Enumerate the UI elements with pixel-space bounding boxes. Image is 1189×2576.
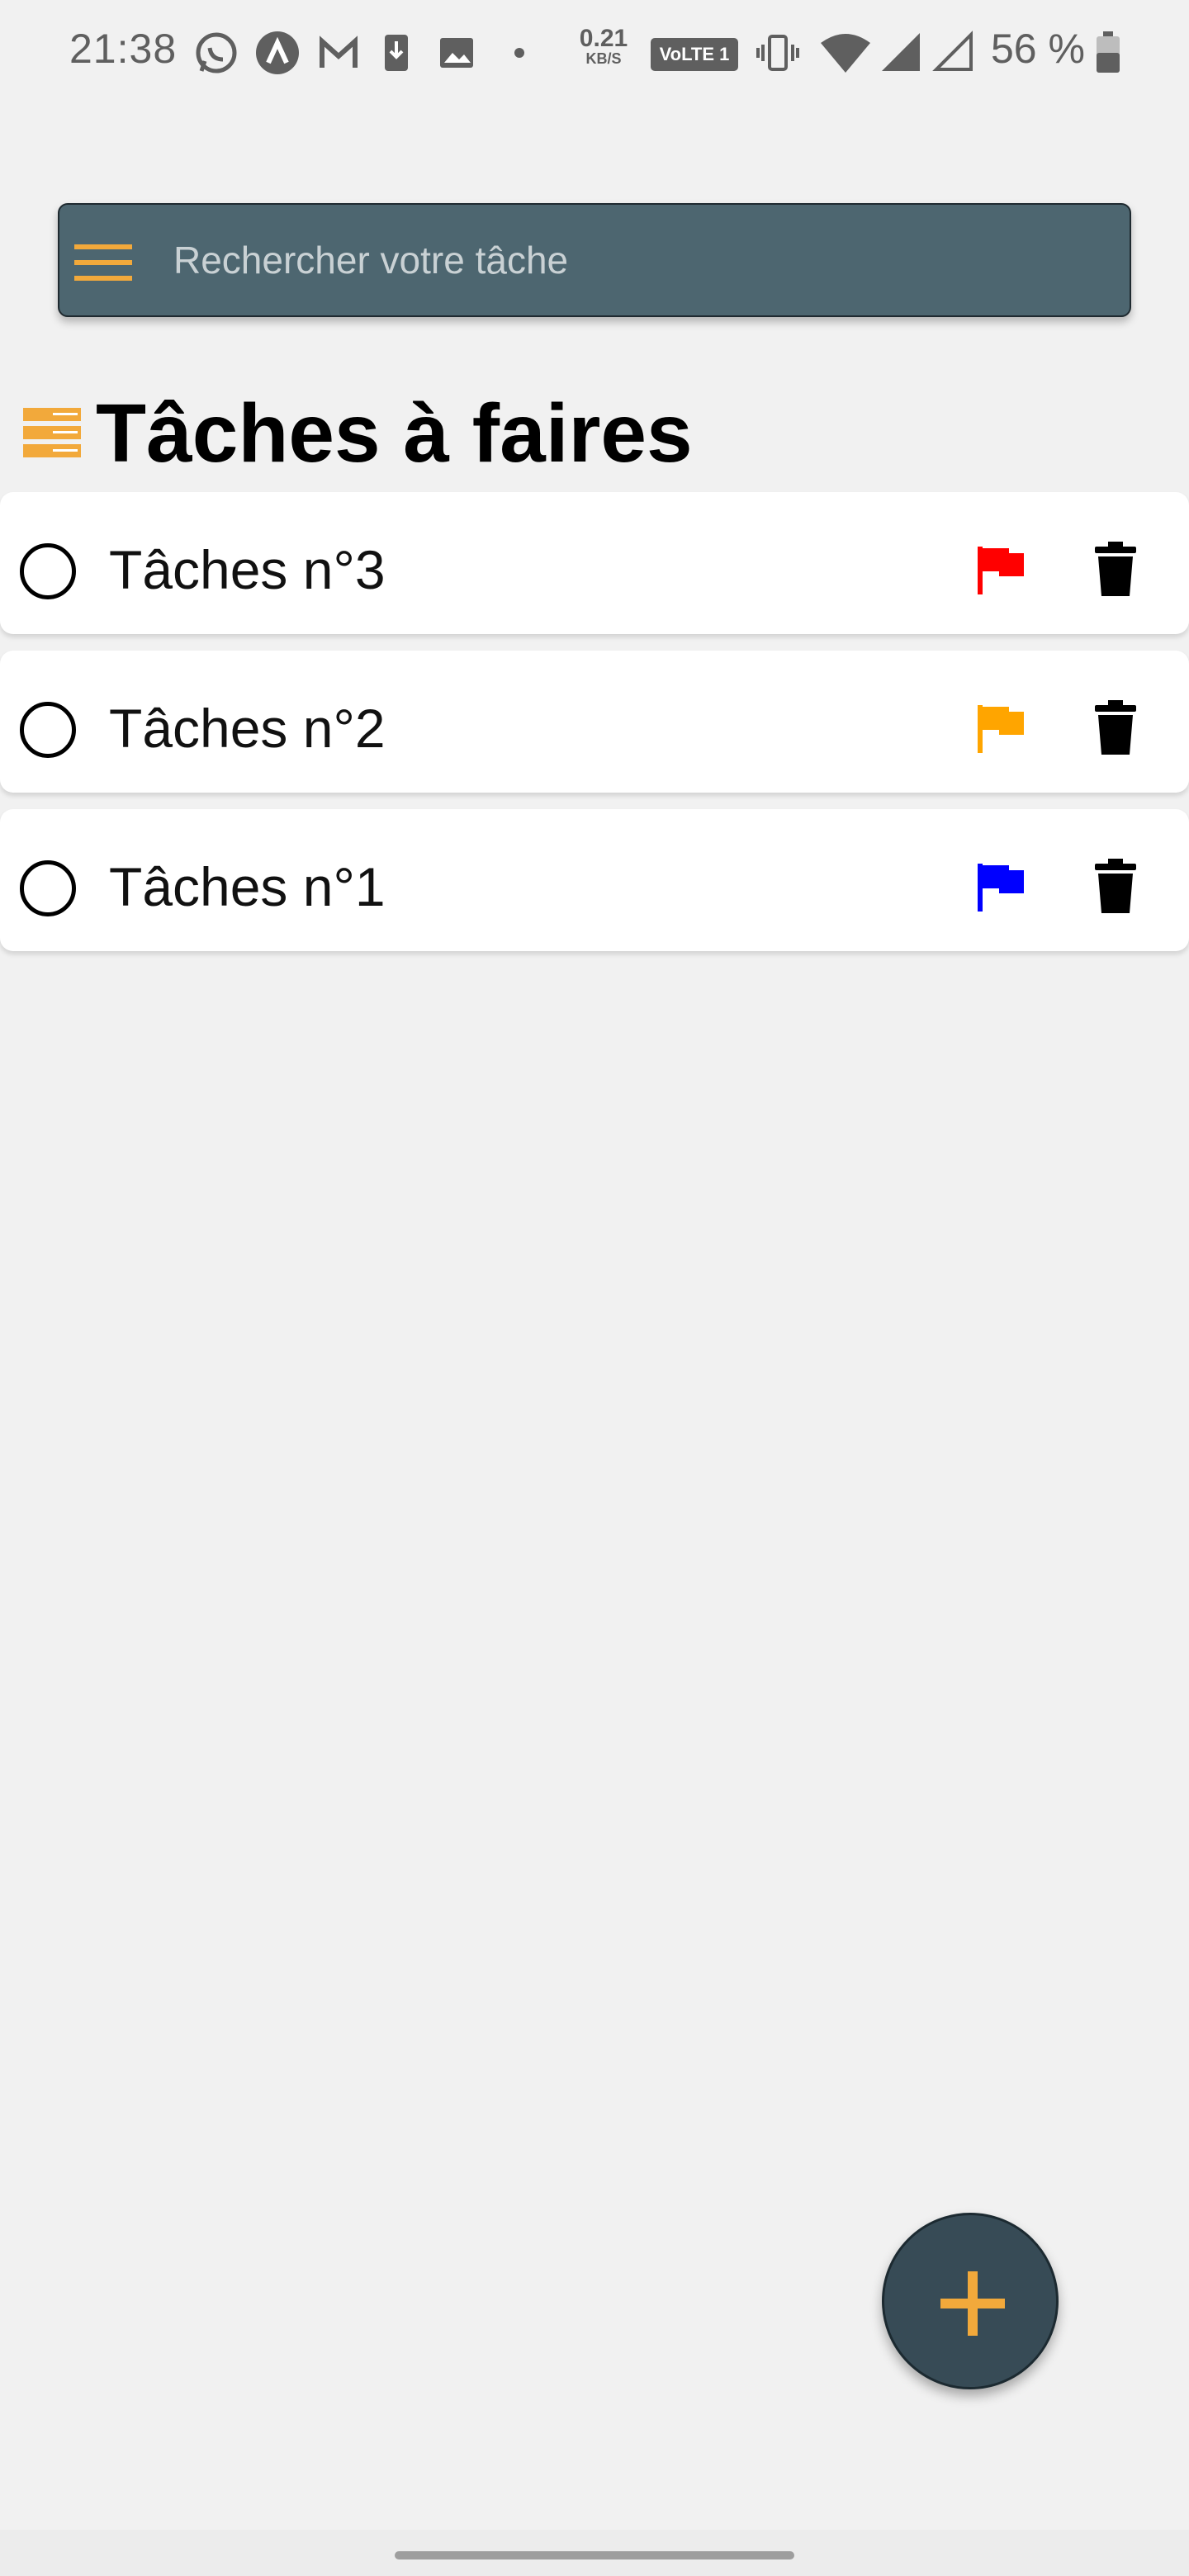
- plus-icon: [940, 2271, 1005, 2336]
- list-icon: [23, 408, 81, 457]
- battery-percent: 56 %: [991, 26, 1085, 72]
- volte-badge: VoLTE 1: [651, 38, 738, 71]
- menu-icon[interactable]: [66, 238, 140, 287]
- status-bar: 21:38 0.21 KB/S VoLTE 1 56 %: [0, 0, 1189, 106]
- flag-icon[interactable]: [976, 702, 1026, 755]
- search-bar[interactable]: Rechercher votre tâche: [58, 203, 1131, 317]
- task-row[interactable]: Tâches n°3: [0, 492, 1189, 634]
- task-row[interactable]: Tâches n°1: [0, 809, 1189, 951]
- task-row[interactable]: Tâches n°2: [0, 651, 1189, 793]
- signal-icon: [882, 33, 920, 71]
- network-speed-value: 0.21: [579, 25, 628, 52]
- trash-icon[interactable]: [1095, 542, 1136, 596]
- whatsapp-icon: [196, 32, 237, 73]
- battery-icon: [1097, 31, 1120, 73]
- dot-icon: [514, 48, 524, 58]
- task-label: Tâches n°3: [109, 539, 386, 600]
- wifi-icon: [821, 34, 870, 73]
- trash-icon[interactable]: [1095, 700, 1136, 755]
- network-speed: 0.21 KB/S: [575, 25, 632, 67]
- task-checkbox[interactable]: [20, 860, 76, 916]
- gmail-icon: [320, 36, 358, 68]
- search-input[interactable]: Rechercher votre tâche: [173, 238, 568, 282]
- add-task-button[interactable]: [882, 2213, 1059, 2389]
- image-icon: [440, 38, 473, 68]
- vibrate-icon: [756, 35, 799, 71]
- flag-icon[interactable]: [976, 543, 1026, 596]
- network-speed-unit: KB/S: [585, 50, 622, 67]
- status-time: 21:38: [69, 26, 178, 72]
- task-checkbox[interactable]: [20, 543, 76, 599]
- task-list: Tâches n°3 Tâches n°2 Tâches n°1: [0, 492, 1189, 968]
- task-label: Tâches n°2: [109, 698, 386, 759]
- signal-empty-icon: [932, 31, 973, 71]
- task-checkbox[interactable]: [20, 702, 76, 758]
- navigation-bar: [0, 2530, 1189, 2576]
- app-icon: [256, 31, 299, 74]
- flag-icon[interactable]: [976, 860, 1026, 913]
- trash-icon[interactable]: [1095, 859, 1136, 913]
- page-title: Tâches à faires: [96, 387, 693, 480]
- home-indicator[interactable]: [395, 2551, 794, 2559]
- task-label: Tâches n°1: [109, 856, 386, 917]
- download-icon: [385, 35, 408, 71]
